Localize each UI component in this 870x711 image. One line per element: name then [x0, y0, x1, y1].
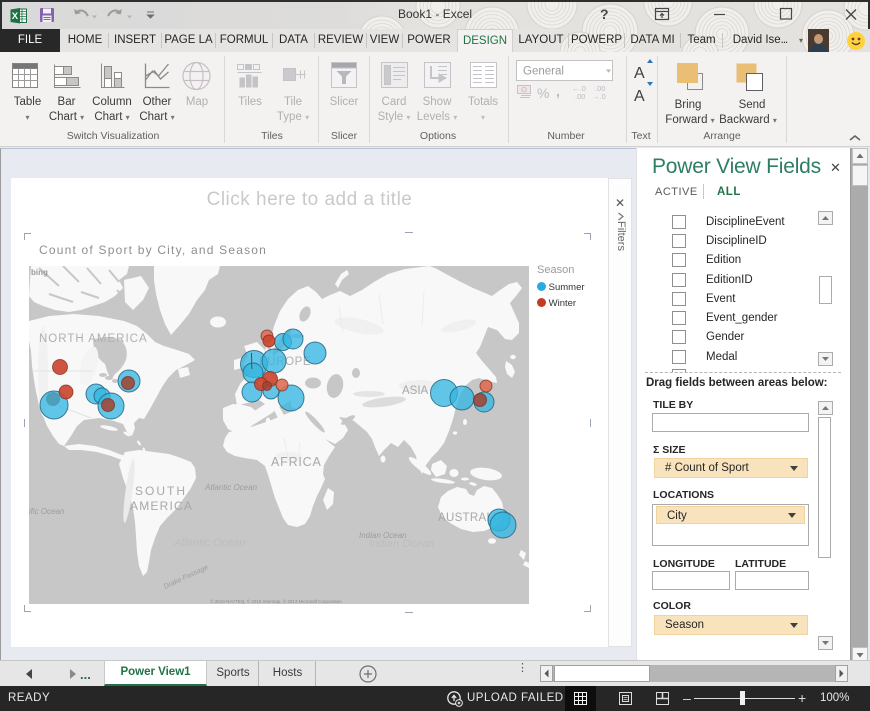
- svg-text:A: A: [634, 88, 645, 105]
- svg-text:%: %: [537, 85, 549, 101]
- svg-text:General: General: [523, 66, 564, 78]
- svg-text:X: X: [12, 11, 19, 22]
- svg-text:AFRICA: AFRICA: [271, 455, 322, 469]
- svg-text:Atlantic Ocean: Atlantic Ocean: [204, 483, 258, 492]
- svg-text:© 2010 NAVTEQ, © 2010 Intermap: © 2010 NAVTEQ, © 2010 Intermap, © 2013 M…: [210, 598, 342, 604]
- svg-text:NORTH AMERICA: NORTH AMERICA: [39, 333, 148, 345]
- svg-text:ASIA: ASIA: [402, 385, 429, 397]
- svg-text:Atlantic Ocean: Atlantic Ocean: [173, 537, 246, 549]
- svg-text:?: ?: [600, 6, 609, 22]
- svg-text:Indian Ocean: Indian Ocean: [369, 538, 434, 550]
- svg-text:SOUTH: SOUTH: [135, 484, 187, 498]
- svg-text:...: ...: [80, 667, 91, 682]
- svg-text:.00: .00: [575, 92, 585, 101]
- svg-text:bing: bing: [31, 268, 48, 277]
- svg-text:,: ,: [556, 83, 560, 99]
- svg-text:Pacific Ocean: Pacific Ocean: [29, 507, 65, 516]
- svg-text:A: A: [634, 65, 645, 82]
- svg-text:→.0: →.0: [592, 92, 606, 101]
- svg-text:AMERICA: AMERICA: [130, 499, 193, 513]
